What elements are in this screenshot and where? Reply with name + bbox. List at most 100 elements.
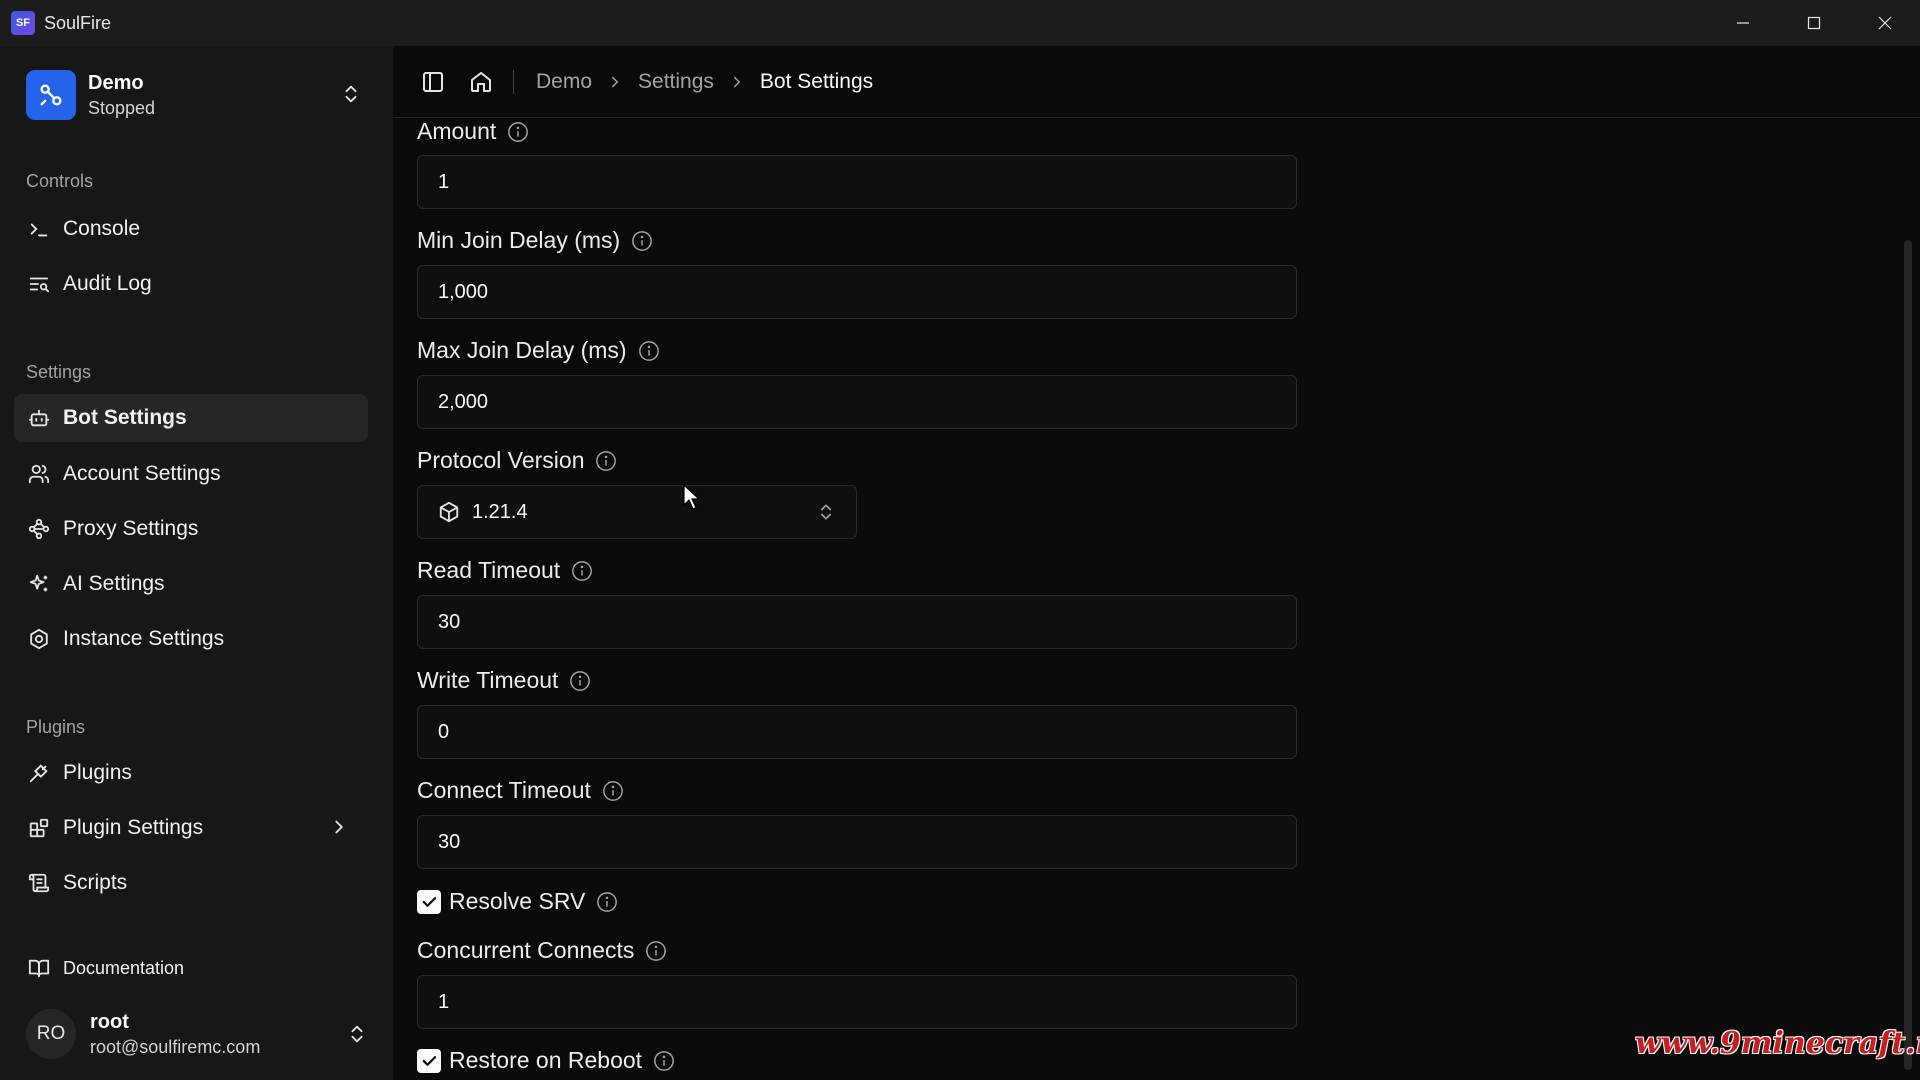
sidebar-item-label: Bot Settings	[63, 406, 187, 429]
main-header: Demo Settings Bot Settings	[393, 46, 1920, 118]
sidebar-item-label: Plugins	[63, 761, 132, 784]
check-icon	[422, 1055, 437, 1066]
sidebar-item-label: Documentation	[63, 957, 185, 978]
instance-logo-icon	[40, 84, 62, 106]
mouse-cursor-icon	[683, 483, 701, 515]
read-timeout-label: Read Timeout	[417, 557, 593, 584]
panel-left-icon	[423, 71, 443, 92]
check-icon	[422, 896, 437, 907]
info-icon[interactable]	[595, 450, 617, 472]
sidebar-item-label: AI Settings	[63, 572, 165, 595]
terminal-icon	[27, 217, 51, 241]
sidebar-item-console[interactable]: Console	[14, 205, 368, 253]
instance-status: Stopped	[88, 97, 156, 118]
chevron-right-icon	[328, 816, 350, 844]
sidebar-item-label: Audit Log	[63, 272, 152, 295]
user-name: root	[90, 1010, 129, 1033]
group-label-settings: Settings	[26, 362, 92, 382]
info-icon[interactable]	[653, 1050, 675, 1072]
restore-on-reboot-checkbox[interactable]	[417, 1048, 441, 1073]
user-email: root@soulfiremc.com	[90, 1036, 261, 1057]
sidebar-item-ai-settings[interactable]: AI Settings	[14, 560, 368, 608]
users-icon	[27, 462, 51, 486]
header-divider	[513, 69, 514, 94]
sidebar-item-proxy-settings[interactable]: Proxy Settings	[14, 505, 368, 553]
sidebar-item-label: Plugin Settings	[63, 816, 204, 839]
waypoints-icon	[27, 517, 51, 541]
info-icon[interactable]	[638, 340, 660, 362]
sidebar-item-label: Account Settings	[63, 462, 221, 485]
write-timeout-input[interactable]: 0	[417, 705, 1297, 759]
sidebar-item-label: Scripts	[63, 871, 128, 894]
sidebar-item-label: Proxy Settings	[63, 517, 199, 540]
close-button[interactable]	[1849, 0, 1920, 46]
info-icon[interactable]	[571, 560, 593, 582]
info-icon[interactable]	[602, 780, 624, 802]
sidebar-item-audit-log[interactable]: Audit Log	[14, 260, 368, 308]
info-icon[interactable]	[596, 891, 618, 913]
info-icon[interactable]	[507, 121, 529, 143]
sidebar-item-label: Instance Settings	[63, 627, 225, 650]
info-icon[interactable]	[631, 230, 653, 252]
amount-input[interactable]: 1	[417, 155, 1297, 209]
blocks-icon	[27, 816, 51, 840]
protocol-version-select[interactable]: 1.21.4	[417, 485, 857, 539]
restore-on-reboot-row: Restore on Reboot	[417, 1047, 675, 1074]
sidebar-item-instance-settings[interactable]: Instance Settings	[14, 615, 368, 663]
chevron-right-icon	[728, 73, 746, 91]
user-menu[interactable]: RO root root@soulfiremc.com	[26, 1004, 368, 1064]
bot-icon	[27, 406, 51, 430]
watermark: www.9minecraft.net	[1635, 1026, 1920, 1061]
concurrent-connects-input[interactable]: 1	[417, 975, 1297, 1029]
close-icon	[1878, 16, 1891, 30]
protocol-version-value: 1.21.4	[472, 500, 528, 523]
sidebar-item-account-settings[interactable]: Account Settings	[14, 450, 368, 498]
breadcrumb-bot-settings: Bot Settings	[759, 69, 874, 93]
maximize-button[interactable]	[1778, 0, 1849, 46]
box-icon	[438, 501, 460, 523]
info-icon[interactable]	[569, 670, 591, 692]
home-icon	[471, 71, 491, 92]
maximize-icon	[1807, 16, 1820, 30]
home-button[interactable]	[461, 62, 501, 102]
bot-settings-form: Amount 1 Min Join Delay (ms) 1,000 Max J…	[393, 118, 1920, 1080]
instance-icon	[26, 70, 76, 120]
amount-label: Amount	[417, 118, 529, 145]
group-label-controls: Controls	[26, 171, 94, 191]
breadcrumb-demo[interactable]: Demo	[536, 70, 592, 94]
sidebar-item-bot-settings[interactable]: Bot Settings	[14, 394, 368, 442]
resolve-srv-row: Resolve SRV	[417, 888, 618, 915]
write-timeout-label: Write Timeout	[417, 667, 591, 694]
chevrons-up-down-icon	[346, 1022, 368, 1051]
restore-on-reboot-label: Restore on Reboot	[449, 1047, 643, 1073]
sidebar-item-scripts[interactable]: Scripts	[14, 859, 368, 907]
sidebar-item-plugins[interactable]: Plugins	[14, 749, 368, 797]
connect-timeout-input[interactable]: 30	[417, 815, 1297, 869]
sidebar-item-plugin-settings[interactable]: Plugin Settings	[14, 804, 368, 852]
chevrons-up-down-icon	[816, 501, 836, 529]
sidebar-item-documentation[interactable]: Documentation	[14, 944, 368, 992]
min-join-delay-input[interactable]: 1,000	[417, 265, 1297, 319]
title-bar: SF SoulFire	[0, 0, 1920, 46]
minimize-icon	[1736, 22, 1749, 24]
info-icon[interactable]	[645, 940, 667, 962]
chevrons-up-down-icon	[340, 82, 362, 111]
minimize-button[interactable]	[1707, 0, 1778, 46]
min-join-delay-label: Min Join Delay (ms)	[417, 227, 653, 254]
read-timeout-input[interactable]: 30	[417, 595, 1297, 649]
sidebar: Demo Stopped Controls Console Audit Log …	[0, 46, 393, 1080]
scroll-text-icon	[27, 871, 51, 895]
sidebar-item-label: Console	[63, 217, 141, 240]
settings-cog-icon	[27, 627, 51, 651]
avatar: RO	[26, 1009, 76, 1059]
resolve-srv-checkbox[interactable]	[417, 889, 441, 914]
toggle-sidebar-button[interactable]	[413, 62, 453, 102]
breadcrumb: Demo Settings Bot Settings	[536, 70, 873, 94]
plug-icon	[27, 761, 51, 785]
max-join-delay-input[interactable]: 2,000	[417, 375, 1297, 429]
instance-switcher[interactable]: Demo Stopped	[14, 64, 374, 126]
group-label-plugins: Plugins	[26, 717, 86, 737]
breadcrumb-settings[interactable]: Settings	[638, 70, 714, 94]
sparkles-icon	[27, 572, 51, 596]
scrollbar[interactable]	[1904, 240, 1912, 1070]
